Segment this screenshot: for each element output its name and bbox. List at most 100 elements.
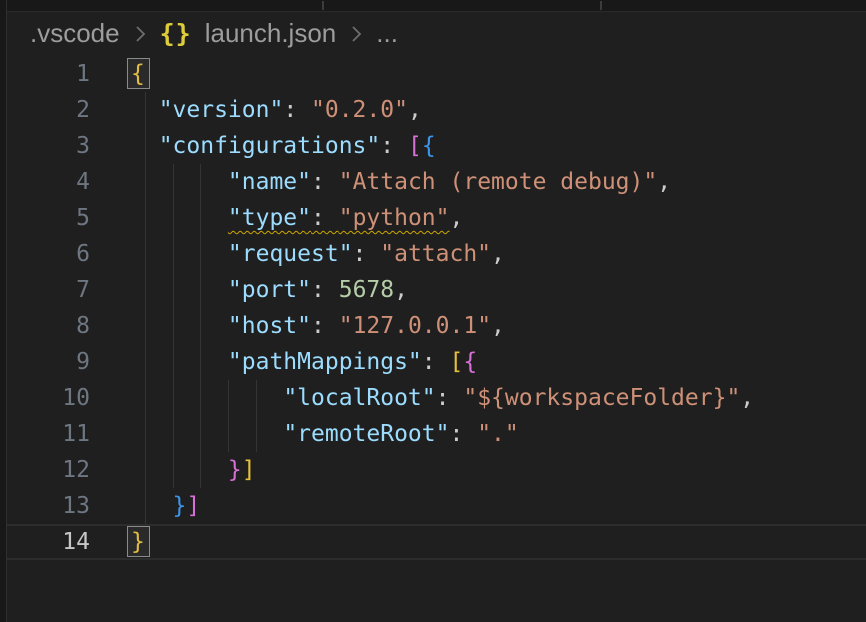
indent-guide — [145, 128, 146, 164]
code-line-9[interactable]: 9 "pathMappings": [{ — [7, 344, 866, 380]
code-line-7[interactable]: 7 "port": 5678, — [7, 272, 866, 308]
code-line-8[interactable]: 8 "host": "127.0.0.1", — [7, 308, 866, 344]
code-token: "remoteRoot" — [283, 421, 449, 447]
line-number-7[interactable]: 7 — [7, 272, 90, 308]
code-text: "configurations": [{ — [131, 128, 866, 164]
line-number-3[interactable]: 3 — [7, 128, 90, 164]
code-text: "port": 5678, — [131, 272, 866, 308]
code-line-5[interactable]: 5 "type": "python", — [7, 200, 866, 236]
line-number-1[interactable]: 1 — [7, 56, 90, 92]
breadcrumb-file[interactable]: launch.json — [205, 18, 337, 49]
code-token: 5678 — [339, 277, 394, 303]
code-token: } — [228, 457, 242, 483]
code-token: , — [657, 169, 671, 195]
indent-guide — [173, 164, 174, 200]
code-token: "configurations" — [159, 133, 381, 159]
line-number-6[interactable]: 6 — [7, 236, 90, 272]
indent-guide — [145, 92, 146, 128]
chevron-right-icon — [133, 22, 147, 46]
code-line-11[interactable]: 11 "remoteRoot": "." — [7, 416, 866, 452]
line-number-8[interactable]: 8 — [7, 308, 90, 344]
code-token: : — [311, 205, 339, 231]
indent-guide — [145, 488, 146, 524]
code-line-14[interactable]: 14} — [7, 524, 866, 560]
code-line-1[interactable]: 1{ — [7, 56, 866, 92]
indent-guide — [145, 272, 146, 308]
code-text: "localRoot": "${workspaceFolder}", — [131, 380, 866, 416]
code-token: : — [353, 241, 381, 267]
breadcrumb-folder[interactable]: .vscode — [30, 18, 120, 49]
line-number-5[interactable]: 5 — [7, 200, 90, 236]
code-token: } — [173, 493, 187, 519]
code-token: "type" — [228, 205, 311, 231]
code-lines: 1{2"version": "0.2.0",3"configurations":… — [7, 56, 866, 560]
indent-guide — [173, 308, 174, 344]
code-token: "pathMappings" — [228, 349, 422, 375]
code-token: : — [380, 133, 408, 159]
bracket-match: } — [131, 529, 145, 555]
code-line-6[interactable]: 6 "request": "attach", — [7, 236, 866, 272]
code-token: "port" — [228, 277, 311, 303]
code-token: : — [422, 349, 450, 375]
indent-guide — [173, 200, 174, 236]
code-token: ] — [242, 457, 256, 483]
code-line-4[interactable]: 4 "name": "Attach (remote debug)", — [7, 164, 866, 200]
code-text: "type": "python", — [131, 200, 866, 236]
breadcrumb-symbol-more[interactable]: ... — [376, 18, 398, 49]
indent-guide — [145, 452, 146, 488]
tab-bar-bottom-edge — [7, 0, 866, 12]
json-file-icon: {} — [160, 19, 192, 48]
indent-guide — [173, 272, 174, 308]
line-number-13[interactable]: 13 — [7, 488, 90, 524]
code-line-2[interactable]: 2 "version": "0.2.0", — [7, 92, 866, 128]
line-number-2[interactable]: 2 — [7, 92, 90, 128]
code-text: { — [131, 56, 866, 92]
code-token: { — [463, 349, 477, 375]
line-number-9[interactable]: 9 — [7, 344, 90, 380]
code-token: , — [450, 205, 464, 231]
code-token: "attach" — [380, 241, 491, 267]
code-text: "name": "Attach (remote debug)", — [131, 164, 866, 200]
code-token: , — [491, 241, 505, 267]
code-text: }] — [131, 452, 866, 488]
code-token: : — [449, 421, 477, 447]
indent-guide — [145, 236, 146, 272]
code-line-10[interactable]: 10 "localRoot": "${workspaceFolder}", — [7, 380, 866, 416]
tab-separator — [322, 1, 324, 10]
code-token: : — [311, 277, 339, 303]
indent-guide — [145, 380, 146, 416]
chevron-right-icon — [349, 22, 363, 46]
indent-guide — [173, 452, 174, 488]
line-number-14[interactable]: 14 — [7, 526, 90, 558]
bracket-match: { — [131, 61, 145, 87]
line-number-12[interactable]: 12 — [7, 452, 90, 488]
code-token: , — [740, 385, 754, 411]
code-text: "host": "127.0.0.1", — [131, 308, 866, 344]
line-number-10[interactable]: 10 — [7, 380, 90, 416]
code-line-12[interactable]: 12}] — [7, 452, 866, 488]
indent-guide — [173, 416, 174, 452]
code-token: ] — [186, 493, 200, 519]
code-token: "localRoot" — [283, 385, 435, 411]
code-text: "request": "attach", — [131, 236, 866, 272]
indent-guide — [173, 380, 174, 416]
indent-guide — [145, 344, 146, 380]
code-token: "." — [477, 421, 519, 447]
code-line-13[interactable]: 13}] — [7, 488, 866, 524]
indent-guide — [200, 380, 201, 416]
code-token: : — [311, 313, 339, 339]
code-line-3[interactable]: 3 "configurations": [{ — [7, 128, 866, 164]
breadcrumb: .vscode {} launch.json ... — [7, 12, 866, 54]
editor-left-border — [0, 0, 7, 622]
line-number-11[interactable]: 11 — [7, 416, 90, 452]
indent-guide — [200, 164, 201, 200]
indent-guide — [200, 416, 201, 452]
line-number-4[interactable]: 4 — [7, 164, 90, 200]
code-token: "${workspaceFolder}" — [463, 385, 740, 411]
code-token: "name" — [228, 169, 311, 195]
code-token: "127.0.0.1" — [339, 313, 491, 339]
code-text: "version": "0.2.0", — [131, 92, 866, 128]
code-text: }] — [131, 488, 866, 524]
code-text: "pathMappings": [{ — [131, 344, 866, 380]
indent-guide — [145, 164, 146, 200]
